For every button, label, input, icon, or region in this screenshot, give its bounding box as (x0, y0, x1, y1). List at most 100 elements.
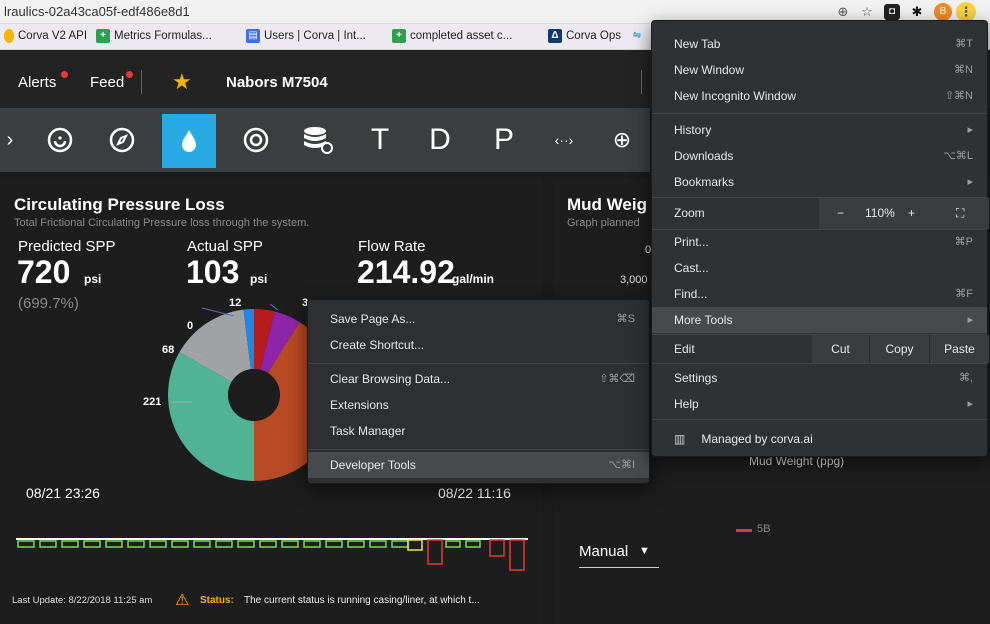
zoom-in-button[interactable]: + (908, 198, 915, 229)
menu-cast[interactable]: Cast... (652, 255, 987, 281)
actual-spp-label: Actual SPP (187, 238, 263, 255)
bookmark-metrics[interactable]: + Metrics Formulas... (96, 29, 212, 43)
predicted-spp-label: Predicted SPP (18, 238, 116, 255)
bookmark-overflow[interactable]: ⇋ (630, 29, 644, 43)
menu-zoom-row: Zoom − 110% + ⛶ (652, 198, 989, 229)
timeline-segment (369, 540, 387, 548)
menu-new-tab[interactable]: New Tab ⌘T (652, 31, 987, 57)
url-text[interactable]: lraulics-02a43ca05f-edf486e8d1 (4, 4, 190, 19)
actual-spp-unit: psi (250, 272, 268, 286)
bookmark-completed[interactable]: + completed asset c... (392, 29, 512, 43)
menu-settings[interactable]: Settings ⌘, (652, 365, 987, 391)
rig-name[interactable]: Nabors M7504 (226, 74, 328, 91)
feed-badge (126, 71, 133, 78)
cut-button[interactable]: Cut (812, 335, 870, 363)
menu-new-window[interactable]: New Window ⌘N (652, 57, 987, 83)
app-toolbar: › T D P ‹··› ⊕ (0, 108, 650, 172)
toolbar-t-button[interactable]: T (356, 116, 404, 164)
mud-panel-subtitle: Graph planned (567, 217, 640, 229)
copy-button[interactable]: Copy (870, 335, 930, 363)
timeline-segment (39, 540, 57, 548)
pie-label-12: 12 (229, 297, 242, 309)
mud-panel-title: Mud Weig (567, 195, 647, 214)
activity-timeline (16, 538, 528, 571)
bookmark-corva-api[interactable]: Corva V2 API (4, 29, 87, 43)
menu-separator (308, 449, 649, 450)
star-icon[interactable]: ☆ (858, 3, 876, 21)
gauge-icon[interactable] (36, 116, 84, 164)
paste-button[interactable]: Paste (930, 335, 989, 363)
flow-rate-unit: gal/min (452, 272, 495, 286)
start-time: 08/21 23:26 (26, 485, 100, 501)
prev-arrow-icon[interactable]: › (0, 116, 34, 164)
zoom-out-button[interactable]: − (837, 198, 844, 229)
mode-value: Manual (579, 543, 629, 560)
menu-task-manager[interactable]: Task Manager (308, 418, 649, 444)
flow-rate-value: 214.92 (357, 254, 455, 290)
toolbar-d-button[interactable]: D (416, 116, 464, 164)
menu-help[interactable]: Help ▸ (652, 391, 987, 417)
profile-avatar[interactable]: B (934, 3, 952, 21)
compass-icon[interactable] (98, 116, 146, 164)
menu-edit-row: Edit Cut Copy Paste (652, 335, 989, 363)
database-settings-icon[interactable] (294, 116, 342, 164)
timeline-segment (303, 540, 321, 548)
menu-downloads[interactable]: Downloads ⌥⌘L (652, 143, 987, 169)
menu-new-incognito[interactable]: New Incognito Window ⇧⌘N (652, 83, 987, 109)
menu-developer-tools[interactable]: Developer Tools ⌥⌘I (308, 452, 649, 478)
timeline-segment (347, 540, 365, 548)
favorite-star-icon[interactable]: ★ (172, 69, 192, 95)
toolbar-p-button[interactable]: P (480, 116, 528, 164)
menu-print[interactable]: Print... ⌘P (652, 229, 987, 255)
feed-link[interactable]: Feed (90, 74, 124, 91)
delta-icon: Δ (548, 29, 562, 43)
timeline-segment (391, 540, 409, 548)
building-icon: ▥ (674, 432, 686, 446)
panel-subtitle: Total Frictional Circulating Pressure lo… (14, 217, 310, 229)
alerts-link[interactable]: Alerts (18, 74, 56, 91)
timeline-segment (193, 540, 211, 548)
menu-separator (652, 363, 987, 364)
menu-separator (652, 419, 987, 420)
fullscreen-icon[interactable]: ⛶ (956, 198, 964, 229)
pie-label-221: 221 (143, 396, 162, 408)
timeline-segment (17, 540, 35, 548)
last-update-text: Last Update: 8/22/2018 11:25 am (12, 595, 153, 606)
users-icon: ▤ (246, 29, 260, 43)
menu-history[interactable]: History ▸ (652, 117, 987, 143)
predicted-spp-value: 720 (17, 254, 71, 290)
legend-series-label: 5B (757, 523, 771, 535)
header-divider-right (641, 70, 642, 94)
menu-clear-browsing[interactable]: Clear Browsing Data... ⇧⌘⌫ (308, 366, 649, 392)
menu-separator (652, 113, 987, 114)
code-arrows-icon[interactable]: ‹··› (540, 116, 588, 164)
menu-more-tools[interactable]: More Tools ▸ (652, 307, 987, 333)
add-icon[interactable]: ⊕ (598, 116, 646, 164)
menu-create-shortcut[interactable]: Create Shortcut... (308, 332, 649, 358)
timeline-segment (237, 540, 255, 548)
corva-logo-icon (4, 29, 14, 43)
zoom-icon[interactable]: ⊕ (834, 3, 852, 21)
extension-icon[interactable]: ◘ (884, 4, 900, 20)
chrome-menu-icon[interactable]: ⋮ (956, 2, 976, 22)
predicted-spp-percent: (699.7%) (18, 295, 79, 312)
predicted-spp-unit: psi (84, 272, 102, 286)
menu-separator (308, 363, 649, 364)
legend-swatch (736, 529, 752, 532)
bookmark-users[interactable]: ▤ Users | Corva | Int... (246, 29, 366, 43)
mode-dropdown[interactable]: Manual ▼ (579, 540, 659, 568)
bookmark-corva-ops[interactable]: Δ Corva Ops (548, 29, 621, 43)
timeline-segment (171, 540, 189, 548)
timeline-segment (325, 540, 343, 548)
pie-label-68: 68 (162, 344, 175, 356)
menu-extensions[interactable]: Extensions (308, 392, 649, 418)
menu-save-page[interactable]: Save Page As... ⌘S (308, 306, 649, 332)
chrome-main-menu: New Tab ⌘T New Window ⌘N New Incognito Win… (651, 20, 989, 457)
menu-managed[interactable]: ▥ Managed by corva.ai (652, 426, 987, 452)
menu-bookmarks[interactable]: Bookmarks ▸ (652, 169, 987, 195)
timeline-segment (281, 540, 299, 548)
puzzle-icon[interactable]: ✱ (908, 3, 926, 21)
menu-find[interactable]: Find... ⌘F (652, 281, 987, 307)
target-icon[interactable] (232, 116, 280, 164)
hydraulics-drop-icon[interactable] (162, 114, 216, 168)
